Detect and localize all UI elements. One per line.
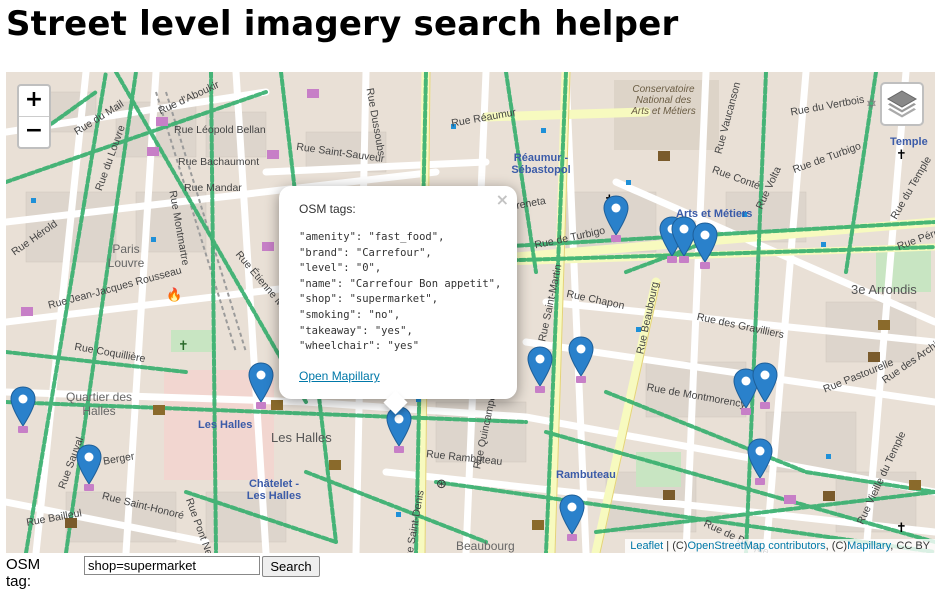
station-label: Rambuteau: [556, 469, 616, 481]
mapillary-link[interactable]: Mapillary: [847, 540, 890, 552]
marker-pin-icon: [10, 386, 36, 433]
map-marker[interactable]: [76, 444, 102, 491]
map-marker[interactable]: [568, 336, 594, 383]
zoom-out-button[interactable]: −: [19, 117, 49, 147]
svg-text:✝: ✝: [178, 339, 189, 354]
marker-pin-icon: [76, 444, 102, 491]
attribution-separator: , (C): [825, 540, 848, 552]
place-label: Quartier des Halles: [65, 390, 133, 418]
station-label: Temple: [890, 136, 928, 148]
layers-icon: [886, 90, 918, 118]
open-mapillary-link[interactable]: Open Mapillary: [299, 369, 380, 383]
popup-title: OSM tags:: [299, 202, 356, 216]
map-marker[interactable]: [248, 362, 274, 409]
page-title: Street level imagery search helper: [6, 4, 679, 44]
osm-link[interactable]: OpenStreetMap contributors: [687, 540, 825, 552]
place-label: Beaubourg: [456, 539, 515, 553]
street-label: Rue Mandar: [184, 182, 242, 194]
map-marker[interactable]: [386, 406, 412, 453]
osm-tags-popup: × OSM tags: "amenity": "fast_food", "bra…: [279, 186, 517, 399]
place-label: 3e Arrondis: [851, 282, 917, 297]
place-label: Les Halles: [271, 430, 332, 445]
marker-pin-icon: [559, 494, 585, 541]
svg-text:✡: ✡: [866, 97, 877, 112]
map-marker[interactable]: [747, 438, 773, 485]
leaflet-link[interactable]: Leaflet: [630, 540, 663, 552]
station-label: Réaumur - Sébastopol: [511, 152, 571, 176]
zoom-in-button[interactable]: +: [19, 86, 49, 117]
street-label: Rue Léopold Bellan: [174, 124, 266, 136]
map-marker[interactable]: [752, 362, 778, 409]
attribution-license: , CC BY: [890, 540, 930, 552]
popup-tags: "amenity": "fast_food", "brand": "Carref…: [299, 231, 502, 353]
marker-pin-icon: [386, 406, 412, 453]
map-marker[interactable]: [559, 494, 585, 541]
map-marker[interactable]: [10, 386, 36, 433]
marker-pin-icon: [248, 362, 274, 409]
map-attribution: Leaflet | (C)OpenStreetMap contributors,…: [625, 539, 935, 553]
map[interactable]: ✝ ✝ ✝ ✝ ✡ 🔥 ⊛ Rue du Mail Rue d'Aboukir …: [6, 72, 935, 553]
station-label: Châtelet - Les Halles: [246, 478, 302, 502]
svg-text:✝: ✝: [896, 148, 907, 163]
osm-tag-input[interactable]: [84, 556, 260, 575]
attribution-separator: | (C): [663, 540, 688, 552]
marker-pin-icon: [527, 346, 553, 393]
street-label: Rue Bachaumont: [178, 156, 260, 168]
map-marker[interactable]: [692, 222, 718, 269]
svg-text:⊛: ⊛: [436, 477, 447, 492]
marker-pin-icon: [692, 222, 718, 269]
osm-tag-label: OSM tag:: [6, 556, 41, 590]
station-label: Les Halles: [198, 419, 253, 431]
marker-pin-icon: [752, 362, 778, 409]
place-label: Conservatoire National des Arts et Métie…: [631, 84, 696, 117]
marker-pin-icon: [747, 438, 773, 485]
svg-text:🔥: 🔥: [166, 287, 182, 303]
marker-pin-icon: [568, 336, 594, 383]
search-button[interactable]: Search: [262, 556, 320, 577]
zoom-control: + −: [17, 84, 51, 149]
popup-close-button[interactable]: ×: [496, 190, 509, 209]
layers-button[interactable]: [880, 82, 924, 126]
place-label: Paris Louvre: [107, 242, 145, 270]
svg-text:✝: ✝: [896, 521, 907, 536]
map-marker[interactable]: [527, 346, 553, 393]
marker-pin-icon: [603, 195, 629, 242]
map-marker[interactable]: [603, 195, 629, 242]
